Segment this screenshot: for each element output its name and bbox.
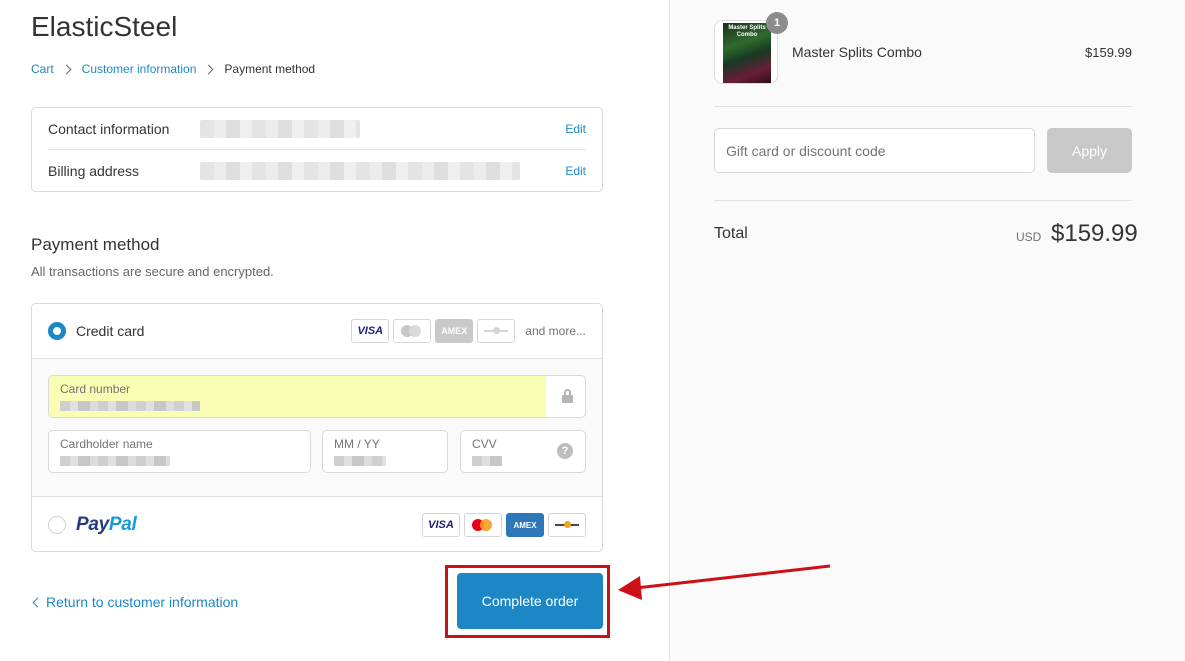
edit-contact-link[interactable]: Edit xyxy=(565,122,586,136)
billing-address-row: Billing address Edit xyxy=(48,150,586,192)
cvv-label: CVV xyxy=(472,437,497,451)
discount-code-input[interactable] xyxy=(714,128,1035,173)
payment-options: Credit card VISA AMEX and more... Card n… xyxy=(31,303,603,552)
cardholder-name-label: Cardholder name xyxy=(60,437,153,451)
product-thumbnail: Master Splits Combo 1 xyxy=(714,12,788,84)
amex-icon: AMEX xyxy=(506,513,544,537)
breadcrumb: Cart Customer information Payment method xyxy=(31,62,315,76)
quantity-badge: 1 xyxy=(766,12,788,34)
divider xyxy=(714,200,1132,201)
chevron-right-icon xyxy=(203,64,214,74)
checkout-page: ElasticSteel Cart Customer information P… xyxy=(0,0,1185,661)
breadcrumb-customer-information[interactable]: Customer information xyxy=(82,62,197,76)
visa-icon: VISA xyxy=(422,513,460,537)
card-number-field[interactable]: Card number xyxy=(48,375,586,418)
paypal-option[interactable]: PayPal VISA AMEX xyxy=(32,497,602,551)
billing-address-value-redacted xyxy=(200,162,520,180)
credit-card-label: Credit card xyxy=(76,323,145,339)
paypal-logo: PayPal xyxy=(76,514,137,535)
product-line: Master Splits Combo 1 Master Splits Comb… xyxy=(714,12,1132,84)
product-price: $159.99 xyxy=(1085,44,1132,60)
divider xyxy=(714,106,1132,107)
chevron-right-icon xyxy=(61,64,72,74)
review-block: Contact information Edit Billing address… xyxy=(31,107,603,192)
payment-method-title: Payment method xyxy=(31,235,160,254)
credit-card-radio[interactable] xyxy=(48,322,66,340)
mastercard-icon xyxy=(464,513,502,537)
expiry-value-redacted xyxy=(334,456,386,466)
credit-card-fields: Card number Cardholder name MM / YY CVV … xyxy=(32,358,602,497)
cardholder-name-field[interactable]: Cardholder name xyxy=(48,430,311,473)
help-icon[interactable]: ? xyxy=(557,443,573,459)
cardholder-name-value-redacted xyxy=(60,456,170,466)
total-label: Total xyxy=(714,225,748,242)
paypal-accepted-cards: VISA AMEX xyxy=(422,513,586,537)
breadcrumb-payment-method: Payment method xyxy=(224,62,316,76)
apply-discount-button[interactable]: Apply xyxy=(1047,128,1132,173)
shop-title: ElasticSteel xyxy=(31,11,178,42)
contact-information-value-redacted xyxy=(200,119,360,138)
checkout-main: ElasticSteel Cart Customer information P… xyxy=(0,0,669,661)
cvv-value-redacted xyxy=(472,456,502,466)
discover-icon xyxy=(477,319,516,343)
accepted-cards: VISA AMEX and more... xyxy=(351,319,586,343)
card-number-value-redacted xyxy=(60,401,200,411)
breadcrumb-cart[interactable]: Cart xyxy=(31,62,54,76)
return-to-customer-information-link[interactable]: Return to customer information xyxy=(31,594,238,610)
card-number-label: Card number xyxy=(60,382,131,396)
amex-icon: AMEX xyxy=(435,319,474,343)
product-thumbnail-text: Master Splits Combo xyxy=(728,25,766,38)
expiry-field[interactable]: MM / YY xyxy=(322,430,448,473)
paypal-radio[interactable] xyxy=(48,516,66,534)
edit-billing-link[interactable]: Edit xyxy=(565,164,586,178)
lock-icon xyxy=(562,389,573,403)
billing-address-label: Billing address xyxy=(48,163,140,179)
return-link-label: Return to customer information xyxy=(46,594,239,610)
credit-card-option[interactable]: Credit card VISA AMEX and more... xyxy=(32,304,602,358)
total-amount: $159.99 xyxy=(1051,220,1138,247)
expiry-label: MM / YY xyxy=(334,437,380,451)
order-summary: Master Splits Combo 1 Master Splits Comb… xyxy=(669,0,1185,661)
complete-order-button[interactable]: Complete order xyxy=(457,573,603,629)
cvv-field[interactable]: CVV ? xyxy=(460,430,586,473)
chevron-left-icon xyxy=(32,597,43,607)
and-more-text: and more... xyxy=(525,324,586,338)
discover-icon xyxy=(548,513,586,537)
product-name: Master Splits Combo xyxy=(792,44,922,60)
total-currency: USD xyxy=(1016,230,1042,244)
mastercard-icon xyxy=(393,319,432,343)
visa-icon: VISA xyxy=(351,319,390,343)
contact-information-row: Contact information Edit xyxy=(48,108,586,150)
contact-information-label: Contact information xyxy=(48,120,170,137)
payment-method-subtitle: All transactions are secure and encrypte… xyxy=(31,264,274,279)
